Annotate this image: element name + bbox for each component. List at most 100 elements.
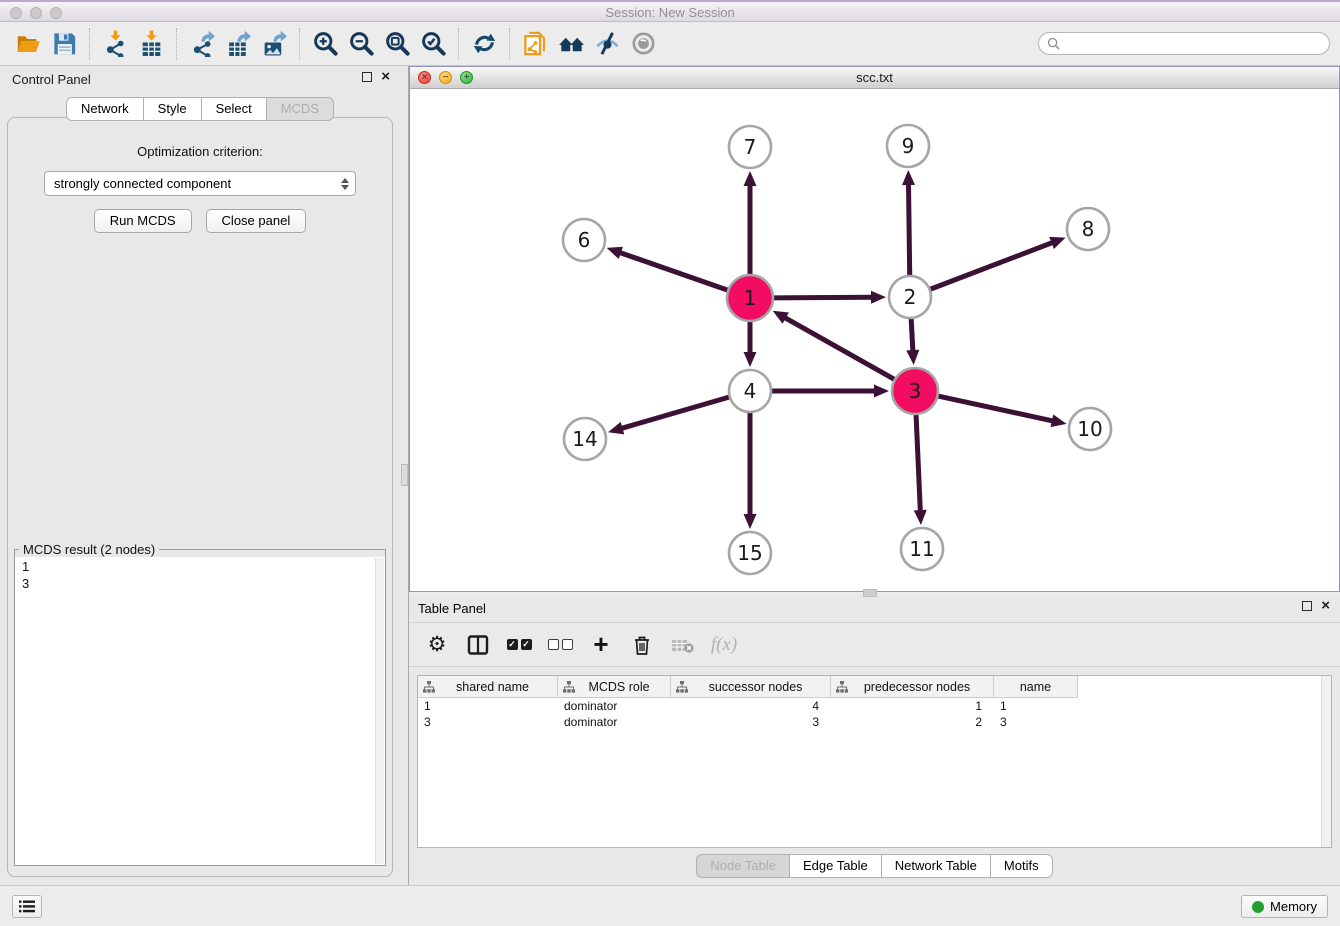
graph-node-label-6: 6 bbox=[578, 228, 591, 252]
splitter-grip[interactable] bbox=[401, 464, 408, 486]
table-cell[interactable]: 2 bbox=[831, 714, 994, 730]
add-column-button[interactable]: + bbox=[585, 629, 617, 661]
horizontal-splitter-grip[interactable] bbox=[863, 589, 877, 597]
split-view-button[interactable] bbox=[462, 629, 494, 661]
graph-edge-3-1[interactable] bbox=[784, 317, 895, 380]
network-canvas[interactable]: 1234678910111415 bbox=[410, 89, 1339, 591]
control-tab-network[interactable]: Network bbox=[66, 97, 144, 121]
graph-node-label-8: 8 bbox=[1082, 217, 1095, 241]
table-scrollbar[interactable] bbox=[1321, 676, 1331, 847]
graph-edge-arrowhead bbox=[744, 514, 757, 529]
graph-node-label-9: 9 bbox=[902, 134, 915, 158]
export-network-icon bbox=[189, 30, 216, 57]
control-panel-title: Control Panel bbox=[12, 72, 91, 87]
table-cell[interactable]: 1 bbox=[831, 698, 994, 714]
graph-edge-3-11[interactable] bbox=[916, 414, 920, 512]
table-cell[interactable]: 1 bbox=[418, 698, 558, 714]
graph-edge-4-14[interactable] bbox=[621, 397, 730, 429]
zoom-fit-icon bbox=[384, 30, 411, 57]
export-image-button[interactable] bbox=[256, 26, 292, 62]
close-table-panel-icon[interactable]: × bbox=[1321, 601, 1330, 611]
table-tab-edge-table[interactable]: Edge Table bbox=[790, 854, 882, 878]
table-tab-network-table[interactable]: Network Table bbox=[882, 854, 991, 878]
table-cell[interactable]: 3 bbox=[994, 714, 1078, 730]
import-network-button[interactable] bbox=[97, 26, 133, 62]
table-cell[interactable]: dominator bbox=[558, 714, 671, 730]
graph-edge-2-8[interactable] bbox=[930, 242, 1054, 289]
birds-eye-view-button[interactable] bbox=[625, 26, 661, 62]
result-scrollbar[interactable] bbox=[375, 558, 384, 864]
graph-edge-2-9[interactable] bbox=[908, 183, 909, 276]
zoom-in-button[interactable] bbox=[307, 26, 343, 62]
export-network-button[interactable] bbox=[184, 26, 220, 62]
settings-gear-button[interactable]: ⚙ bbox=[421, 629, 453, 661]
control-tab-mcds[interactable]: MCDS bbox=[267, 97, 334, 121]
graph-edge-arrowhead bbox=[1049, 237, 1065, 249]
refresh-button[interactable] bbox=[466, 26, 502, 62]
graph-node-label-11: 11 bbox=[909, 537, 934, 561]
close-panel-icon[interactable]: × bbox=[381, 72, 390, 82]
optimization-criterion-label: Optimization criterion: bbox=[8, 144, 392, 159]
zoom-in-icon bbox=[312, 30, 339, 57]
graph-edge-1-2[interactable] bbox=[773, 297, 873, 298]
column-header-successor-nodes[interactable]: successor nodes bbox=[671, 676, 831, 698]
checked-boxes-icon: ✓✓ bbox=[507, 639, 532, 650]
zoom-selected-button[interactable] bbox=[415, 26, 451, 62]
task-history-button[interactable] bbox=[12, 895, 42, 918]
vertical-splitter[interactable] bbox=[400, 66, 409, 885]
table-row[interactable]: 1dominator411 bbox=[418, 698, 1321, 714]
save-session-button[interactable] bbox=[46, 26, 82, 62]
graph-node-label-14: 14 bbox=[572, 427, 597, 451]
graph-edge-arrowhead bbox=[914, 510, 927, 525]
graph-edge-1-6[interactable] bbox=[619, 252, 728, 290]
import-table-button[interactable] bbox=[133, 26, 169, 62]
column-header-name[interactable]: name bbox=[994, 676, 1078, 698]
table-tab-node-table[interactable]: Node Table bbox=[696, 854, 790, 878]
open-folder-icon bbox=[15, 30, 42, 57]
column-header-MCDS-role[interactable]: MCDS role bbox=[558, 676, 671, 698]
run-mcds-button[interactable]: Run MCDS bbox=[94, 209, 192, 233]
export-table-button[interactable] bbox=[220, 26, 256, 62]
column-header-shared-name[interactable]: shared name bbox=[418, 676, 558, 698]
show-all-columns-button[interactable]: ✓✓ bbox=[503, 629, 535, 661]
graph-edge-2-3[interactable] bbox=[911, 318, 913, 352]
hide-all-columns-button[interactable] bbox=[544, 629, 576, 661]
delete-column-button[interactable] bbox=[626, 629, 658, 661]
control-tab-select[interactable]: Select bbox=[202, 97, 267, 121]
network-view-window: × − + scc.txt 1234678910111415 bbox=[409, 66, 1340, 592]
control-tab-style[interactable]: Style bbox=[144, 97, 202, 121]
mcds-result-area[interactable]: 13 bbox=[15, 557, 385, 865]
table-cell[interactable]: 3 bbox=[418, 714, 558, 730]
hide-graphics-details-button[interactable] bbox=[589, 26, 625, 62]
graph-edge-3-10[interactable] bbox=[937, 396, 1053, 421]
zoom-fit-button[interactable] bbox=[379, 26, 415, 62]
search-input[interactable] bbox=[1065, 37, 1321, 51]
column-header-label: name bbox=[1020, 680, 1051, 694]
column-header-predecessor-nodes[interactable]: predecessor nodes bbox=[831, 676, 994, 698]
close-panel-button[interactable]: Close panel bbox=[206, 209, 307, 233]
gear-icon: ⚙ bbox=[428, 634, 447, 655]
save-floppy-icon bbox=[51, 30, 78, 57]
new-network-from-selection-button[interactable] bbox=[517, 26, 553, 62]
home-button[interactable] bbox=[553, 26, 589, 62]
column-header-label: shared name bbox=[456, 680, 529, 694]
delete-table-button[interactable] bbox=[667, 629, 699, 661]
table-tab-motifs[interactable]: Motifs bbox=[991, 854, 1053, 878]
mcds-result-title: MCDS result (2 nodes) bbox=[19, 542, 159, 557]
mcds-result-lines: 13 bbox=[15, 557, 385, 593]
table-row[interactable]: 3dominator323 bbox=[418, 714, 1321, 730]
table-cell[interactable]: 3 bbox=[671, 714, 831, 730]
memory-button[interactable]: Memory bbox=[1241, 895, 1328, 918]
table-cell[interactable]: 1 bbox=[994, 698, 1078, 714]
column-type-icon bbox=[423, 681, 435, 693]
mcds-panel: Optimization criterion: strongly connect… bbox=[7, 117, 393, 877]
criterion-select[interactable]: strongly connected component bbox=[44, 171, 356, 196]
zoom-out-button[interactable] bbox=[343, 26, 379, 62]
table-cell[interactable]: dominator bbox=[558, 698, 671, 714]
open-session-button[interactable] bbox=[10, 26, 46, 62]
float-panel-icon[interactable] bbox=[362, 72, 372, 82]
table-cell[interactable]: 4 bbox=[671, 698, 831, 714]
function-builder-button[interactable]: f(x) bbox=[708, 629, 740, 661]
graph-node-label-10: 10 bbox=[1077, 417, 1102, 441]
float-table-panel-icon[interactable] bbox=[1302, 601, 1312, 611]
